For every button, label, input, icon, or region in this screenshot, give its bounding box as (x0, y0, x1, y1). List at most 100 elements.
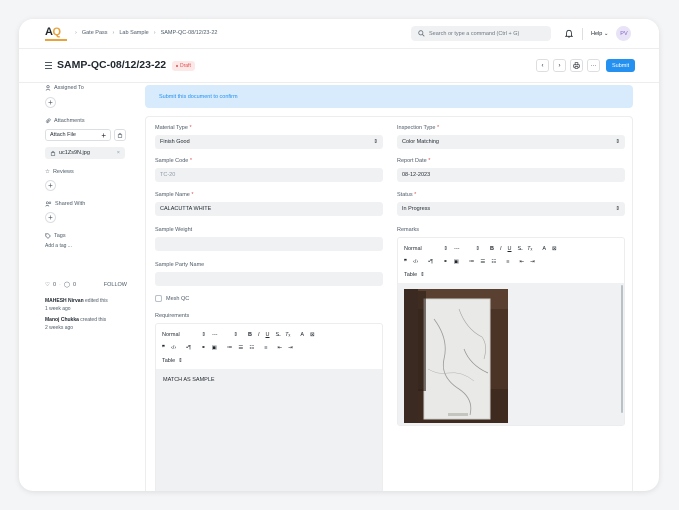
breadcrumb-lab-sample[interactable]: Lab Sample (119, 30, 148, 36)
direction-icon[interactable]: •¶ (428, 259, 433, 265)
attached-file-link[interactable]: uc1Zs9N.jpg (50, 150, 90, 156)
help-menu[interactable]: Help ⌄ (591, 31, 608, 37)
blockquote-icon[interactable]: ❞ (162, 345, 165, 351)
hamburger-icon[interactable] (45, 62, 52, 71)
required-marker: * (414, 192, 417, 198)
style-select[interactable]: Normal ⇕ (162, 332, 206, 338)
outdent-icon[interactable]: ⇤ (277, 345, 282, 351)
comments-count: 0 (73, 282, 77, 288)
remarks-editor-body[interactable] (398, 283, 624, 425)
style-value: Normal (162, 331, 180, 338)
scrollbar[interactable] (621, 285, 623, 413)
activity-user[interactable]: MAHESH Nirvan (45, 298, 84, 304)
style-value: Normal (404, 245, 422, 252)
bell-icon[interactable] (564, 27, 574, 41)
blockquote-icon[interactable]: ❞ (404, 259, 407, 265)
updown-chevron-icon: ⇕ (475, 245, 480, 252)
size-select[interactable]: --- ⇕ (454, 246, 480, 252)
bullet-list-icon[interactable]: ☰ (480, 259, 485, 265)
style-select[interactable]: Normal ⇕ (404, 246, 448, 252)
close-icon[interactable]: × (117, 150, 120, 156)
avatar[interactable]: PV (616, 26, 632, 41)
inspection-type-select[interactable]: Color Matching ⇕ (397, 135, 625, 149)
activity-user[interactable]: Manoj Chukka (45, 317, 79, 323)
add-assignee-button[interactable]: + (45, 97, 56, 108)
align-icon[interactable]: ≡ (506, 259, 509, 265)
sample-name-input[interactable]: CALACUTTA WHITE (155, 202, 383, 216)
outdent-icon[interactable]: ⇤ (519, 259, 524, 265)
add-tag-link[interactable]: Add a tag ... (45, 243, 127, 249)
table-select[interactable]: Table ⇕ (404, 272, 425, 278)
lock-icon (50, 150, 56, 156)
status-badge: Draft (172, 61, 195, 71)
ordered-list-icon[interactable]: ≔ (469, 259, 475, 265)
more-button[interactable]: ··· (587, 59, 600, 72)
direction-icon[interactable]: •¶ (186, 345, 191, 351)
add-review-button[interactable]: + (45, 180, 56, 191)
code-icon[interactable]: ‹/› (171, 345, 176, 351)
highlight-icon[interactable]: ⊠ (552, 246, 557, 252)
status-field: Status * In Progress ⇕ (397, 192, 625, 216)
clear-format-icon[interactable]: Tₓ (527, 246, 532, 252)
status-select[interactable]: In Progress ⇕ (397, 202, 625, 216)
highlight-icon[interactable]: ⊠ (310, 332, 315, 338)
bullet-list-icon[interactable]: ☰ (238, 345, 243, 351)
size-select[interactable]: --- ⇕ (212, 332, 238, 338)
follow-button[interactable]: FOLLOW (104, 282, 127, 288)
sample-photo[interactable] (404, 289, 508, 423)
strike-icon[interactable]: S̶ (518, 246, 522, 252)
italic-icon[interactable]: I (258, 332, 260, 338)
attach-web-button[interactable] (114, 129, 126, 141)
attach-file-button[interactable]: Attach File + (45, 129, 111, 141)
font-color-icon[interactable]: A (300, 332, 304, 338)
check-list-icon[interactable]: ☷ (491, 259, 496, 265)
image-icon[interactable]: ▣ (454, 259, 459, 265)
required-marker: * (189, 125, 192, 131)
requirements-editor-body[interactable]: MATCH AS SAMPLE (156, 369, 382, 491)
sample-weight-input[interactable] (155, 237, 383, 251)
breadcrumb-gate-pass[interactable]: Gate Pass (82, 30, 108, 36)
breadcrumb-current[interactable]: SAMP-QC-08/12/23-22 (161, 30, 218, 36)
divider (582, 27, 583, 40)
ordered-list-icon[interactable]: ≔ (227, 345, 233, 351)
likes-row: ♡ 0 · ◯ 0 FOLLOW (45, 282, 127, 288)
check-list-icon[interactable]: ☷ (249, 345, 254, 351)
font-color-icon[interactable]: A (542, 246, 546, 252)
attachments-text: Attachments (54, 118, 85, 124)
link-icon[interactable]: ⚭ (201, 345, 206, 351)
code-icon[interactable]: ‹/› (413, 259, 418, 265)
report-date-input[interactable]: 08-12-2023 (397, 168, 625, 182)
table-select[interactable]: Table ⇕ (162, 358, 183, 364)
image-icon[interactable]: ▣ (212, 345, 217, 351)
dot-separator: · (59, 282, 61, 288)
underline-icon[interactable]: U (266, 332, 270, 338)
indent-icon[interactable]: ⇥ (530, 259, 535, 265)
sample-code-input[interactable]: TC-20 (155, 168, 383, 182)
link-icon[interactable]: ⚭ (443, 259, 448, 265)
sample-name-label-text: Sample Name (155, 192, 190, 198)
indent-icon[interactable]: ⇥ (288, 345, 293, 351)
comment-icon[interactable]: ◯ (64, 282, 70, 288)
search-input[interactable]: Search or type a command (Ctrl + G) (411, 26, 551, 41)
users-icon (45, 201, 52, 207)
bold-icon[interactable]: B (248, 332, 252, 338)
attached-file[interactable]: uc1Zs9N.jpg × (45, 147, 125, 159)
previous-button[interactable]: ‹ (536, 59, 549, 72)
bold-icon[interactable]: B (490, 246, 494, 252)
italic-icon[interactable]: I (500, 246, 502, 252)
likes-count: 0 (52, 282, 56, 288)
heart-icon[interactable]: ♡ (45, 282, 50, 288)
sample-weight-label: Sample Weight (155, 227, 193, 233)
app-logo[interactable]: AQ (45, 26, 61, 38)
mesh-qc-checkbox[interactable] (155, 295, 162, 302)
add-share-button[interactable]: + (45, 212, 56, 223)
next-button[interactable]: › (553, 59, 566, 72)
sample-party-name-input[interactable] (155, 272, 383, 286)
underline-icon[interactable]: U (508, 246, 512, 252)
print-button[interactable] (570, 59, 583, 72)
material-type-select[interactable]: Finish Good ⇕ (155, 135, 383, 149)
submit-button[interactable]: Submit (606, 59, 636, 72)
strike-icon[interactable]: S̶ (276, 332, 280, 338)
clear-format-icon[interactable]: Tₓ (285, 332, 290, 338)
align-icon[interactable]: ≡ (264, 345, 267, 351)
